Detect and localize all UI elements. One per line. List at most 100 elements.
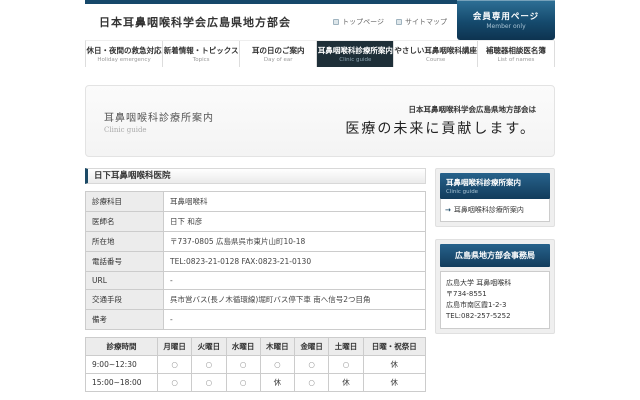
- table-row: 備考 -: [86, 310, 426, 330]
- office-address-line: TEL:082-257-5252: [446, 311, 544, 322]
- sidebar-clinic-box-subtitle: Clinic guide: [446, 189, 544, 195]
- nav-item-label: 耳鼻咽喉科診療所案内: [318, 45, 393, 56]
- office-address: 広島大学 耳鼻咽喉科 〒734-8551 広島市南区霞1-2-3 TEL:082…: [440, 271, 550, 329]
- row-value: -: [164, 272, 426, 290]
- hours-header-row: 診療時間 月曜日 火曜日 水曜日 木曜日 金曜日 土曜日 日曜・祝祭日: [86, 338, 426, 356]
- nav-item-topics[interactable]: 新着情報・トピックス Topics: [163, 41, 240, 67]
- page: 日本耳鼻咽喉科学会広島県地方部会 トップページ サイトマップ 会員専用ページ M…: [85, 0, 555, 400]
- table-row: 医師名 日下 和彦: [86, 212, 426, 232]
- nav-item-label: 耳の日のご案内: [252, 45, 305, 56]
- hours-header: 日曜・祝祭日: [363, 338, 425, 356]
- slogan-large: 医療の未来に貢献します。: [345, 118, 536, 138]
- hours-cell: ○: [158, 356, 192, 374]
- hours-cell: ○: [329, 356, 363, 374]
- hours-cell: ○: [295, 374, 329, 392]
- row-label: 医師名: [86, 212, 164, 232]
- hero-banner: 耳鼻咽喉科診療所案内 Clinic guide 日本耳鼻咽喉科学会広島県地方部会…: [85, 85, 555, 157]
- hours-header: 火曜日: [192, 338, 226, 356]
- office-address-line: 〒734-8551: [446, 289, 544, 300]
- page-title: 耳鼻咽喉科診療所案内: [104, 109, 214, 124]
- member-page-button[interactable]: 会員専用ページ Member only: [457, 0, 555, 40]
- hours-header: 金曜日: [295, 338, 329, 356]
- nav-item-label: 休日・夜間の救急対応: [87, 45, 162, 56]
- nav-item-course[interactable]: やさしい耳鼻咽喉科講座 Course: [394, 41, 478, 67]
- clinic-hours-table: 診療時間 月曜日 火曜日 水曜日 木曜日 金曜日 土曜日 日曜・祝祭日 9:00…: [85, 337, 426, 392]
- member-page-button-label: 会員専用ページ: [473, 10, 539, 22]
- hero-left: 耳鼻咽喉科診療所案内 Clinic guide: [104, 109, 214, 134]
- hours-header: 土曜日: [329, 338, 363, 356]
- row-value: 耳鼻咽喉科: [164, 192, 426, 212]
- nav-item-clinic-guide[interactable]: 耳鼻咽喉科診療所案内 Clinic guide: [317, 41, 394, 67]
- hours-cell: 休: [363, 374, 425, 392]
- sitemap-link[interactable]: サイトマップ: [396, 17, 447, 27]
- sidebar-office-box: 広島県地方部会事務局 広島大学 耳鼻咽喉科 〒734-8551 広島市南区霞1-…: [435, 239, 555, 334]
- sidebar-clinic-box: 耳鼻咽喉科診療所案内 Clinic guide → 耳鼻咽喉科診療所案内: [435, 168, 555, 227]
- nav-item-label: 新着情報・トピックス: [164, 45, 239, 56]
- arrow-right-icon: →: [445, 206, 451, 214]
- sitemap-icon: [396, 19, 402, 25]
- site-header: 日本耳鼻咽喉科学会広島県地方部会 トップページ サイトマップ 会員専用ページ M…: [85, 4, 555, 40]
- nav-item-label: やさしい耳鼻咽喉科講座: [394, 45, 477, 56]
- row-label: 所在地: [86, 232, 164, 252]
- main-content: 日下耳鼻咽喉科医院 診療科目 耳鼻咽喉科 医師名 日下 和彦 所在地 〒737-…: [85, 168, 555, 400]
- sidebar-clinic-box-header: 耳鼻咽喉科診療所案内 Clinic guide: [440, 173, 550, 199]
- hours-cell: ○: [192, 374, 226, 392]
- clinic-name-heading: 日下耳鼻咽喉科医院: [85, 168, 426, 184]
- toppage-link-label: トップページ: [342, 17, 384, 27]
- office-address-line: 広島市南区霞1-2-3: [446, 300, 544, 311]
- hours-row: 15:00~18:00 ○ ○ ○ 休 ○ 休 休: [86, 374, 426, 392]
- table-row: 所在地 〒737-0805 広島県呉市東片山町10-18: [86, 232, 426, 252]
- utility-links: トップページ サイトマップ: [333, 17, 457, 27]
- clinic-info-table: 診療科目 耳鼻咽喉科 医師名 日下 和彦 所在地 〒737-0805 広島県呉市…: [85, 191, 426, 330]
- sidebar-item-label: 耳鼻咽喉科診療所案内: [454, 205, 524, 215]
- hours-cell: 休: [329, 374, 363, 392]
- table-row: 診療科目 耳鼻咽喉科: [86, 192, 426, 212]
- table-row: 交通手段 呉市営バス(長ノ木循環線)堀町バス停下車 南へ信号2つ目角: [86, 290, 426, 310]
- nav-item-sublabel: Day of ear: [264, 57, 293, 63]
- site-title: 日本耳鼻咽喉科学会広島県地方部会: [85, 14, 291, 30]
- office-address-line: 広島大学 耳鼻咽喉科: [446, 278, 544, 289]
- row-label: 交通手段: [86, 290, 164, 310]
- nav-item-label: 補聴器相談医名簿: [486, 45, 546, 56]
- hours-header: 木曜日: [260, 338, 294, 356]
- row-value: -: [164, 310, 426, 330]
- hours-time: 15:00~18:00: [86, 374, 158, 392]
- member-page-button-sublabel: Member only: [486, 23, 525, 30]
- sitemap-link-label: サイトマップ: [405, 17, 447, 27]
- page-subtitle: Clinic guide: [104, 126, 214, 134]
- nav-item-day-of-ear[interactable]: 耳の日のご案内 Day of ear: [240, 41, 317, 67]
- hours-header: 水曜日: [226, 338, 260, 356]
- row-value: 呉市営バス(長ノ木循環線)堀町バス停下車 南へ信号2つ目角: [164, 290, 426, 310]
- sidebar-item-clinic-guide[interactable]: → 耳鼻咽喉科診療所案内: [440, 199, 550, 222]
- hours-row: 9:00~12:30 ○ ○ ○ ○ ○ ○ 休: [86, 356, 426, 374]
- hours-cell: ○: [226, 356, 260, 374]
- row-label: 診療科目: [86, 192, 164, 212]
- nav-item-sublabel: Course: [426, 57, 445, 63]
- hours-cell: ○: [260, 356, 294, 374]
- nav-item-sublabel: Clinic guide: [339, 57, 371, 63]
- sidebar-clinic-box-title: 耳鼻咽喉科診療所案内: [446, 177, 544, 188]
- hours-cell: 休: [363, 356, 425, 374]
- table-row: URL -: [86, 272, 426, 290]
- nav-item-sublabel: Holiday emergency: [97, 57, 150, 63]
- hours-cell: 休: [260, 374, 294, 392]
- clinic-detail-column: 日下耳鼻咽喉科医院 診療科目 耳鼻咽喉科 医師名 日下 和彦 所在地 〒737-…: [85, 168, 426, 400]
- nav-item-hearing-aid-list[interactable]: 補聴器相談医名簿 List of names: [478, 41, 555, 67]
- hours-cell: ○: [226, 374, 260, 392]
- table-row: 電話番号 TEL:0823-21-0128 FAX:0823-21-0130: [86, 252, 426, 272]
- sidebar: 耳鼻咽喉科診療所案内 Clinic guide → 耳鼻咽喉科診療所案内 広島県…: [435, 168, 555, 334]
- hours-cell: ○: [295, 356, 329, 374]
- row-value: TEL:0823-21-0128 FAX:0823-21-0130: [164, 252, 426, 272]
- nav-item-holiday-emergency[interactable]: 休日・夜間の救急対応 Holiday emergency: [86, 41, 163, 67]
- row-value: 日下 和彦: [164, 212, 426, 232]
- row-label: 備考: [86, 310, 164, 330]
- hero-right: 日本耳鼻咽喉科学会広島県地方部会は 医療の未来に貢献します。: [345, 104, 536, 138]
- hours-header: 診療時間: [86, 338, 158, 356]
- main-nav: 休日・夜間の救急対応 Holiday emergency 新着情報・トピックス …: [85, 40, 555, 67]
- hours-cell: ○: [192, 356, 226, 374]
- office-box-title: 広島県地方部会事務局: [440, 244, 550, 267]
- row-label: URL: [86, 272, 164, 290]
- toppage-link[interactable]: トップページ: [333, 17, 384, 27]
- toppage-icon: [333, 19, 339, 25]
- hours-cell: ○: [158, 374, 192, 392]
